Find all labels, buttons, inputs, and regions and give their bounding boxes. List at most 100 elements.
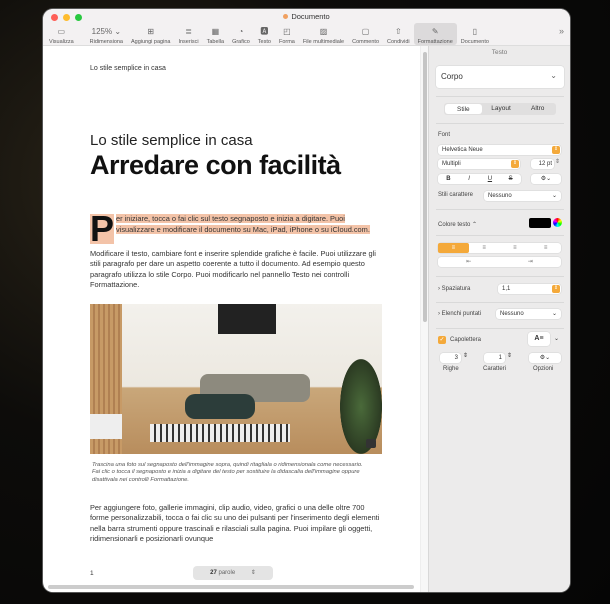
- toolbar-label: Commento: [352, 39, 380, 45]
- toolbar-label: Condividi: [387, 39, 410, 45]
- bullets-label[interactable]: › Elenchi puntati: [438, 311, 481, 317]
- toolbar-aggiungi-pagina-button[interactable]: ⊞ Aggiungi pagina: [127, 23, 174, 46]
- replace-image-icon[interactable]: [366, 439, 376, 448]
- strikethrough-button[interactable]: S: [500, 174, 521, 184]
- chevron-down-icon: ⌄: [551, 311, 557, 317]
- toolbar-label: Inserisci: [178, 39, 199, 45]
- document-canvas[interactable]: Lo stile semplice in casa Lo stile sempl…: [44, 46, 420, 592]
- toolbar-label: Aggiungi pagina: [131, 39, 171, 45]
- toolbar: Documento ▭ Visualizza 125% ⌄ Ridimensiona ⊞…: [43, 9, 570, 46]
- increase-indent-button[interactable]: ⇥: [500, 257, 562, 267]
- spacing-select[interactable]: 1,1 ⇕: [498, 284, 561, 294]
- lines-field[interactable]: 3: [440, 353, 461, 363]
- toolbar-tabella-button[interactable]: ▦ Tabella: [203, 23, 228, 46]
- align-right-button[interactable]: ≡: [500, 243, 531, 253]
- underline-button[interactable]: U: [480, 174, 501, 184]
- bullets-select[interactable]: Nessuno ⌄: [496, 309, 561, 319]
- sidebar-icon: ▭: [57, 27, 66, 36]
- toolbar-label: Documento: [460, 39, 489, 45]
- char-style-select[interactable]: Nessuno ⌄: [484, 191, 561, 201]
- alignment-buttons: ≡ ≡ ≡ ≡: [438, 243, 561, 253]
- format-sidebar: Testo Corpo ⌄ Stile Layout Altro Font He…: [428, 46, 570, 592]
- tab-altro[interactable]: Altro: [519, 103, 556, 115]
- intro-paragraph[interactable]: Per iniziare, tocca o fai clic sul testo…: [90, 211, 380, 247]
- toolbar-ridimensiona-button[interactable]: 125% ⌄ Ridimensiona: [86, 23, 127, 46]
- body-paragraph[interactable]: Per aggiungere foto, gallerie immagini, …: [90, 503, 382, 545]
- toolbar-inserisci-button[interactable]: ≣ Inserisci: [174, 23, 202, 46]
- toolbar-testo-button[interactable]: 🅰 Testo: [254, 23, 275, 46]
- paragraph-style-select[interactable]: Corpo ⌄: [436, 66, 564, 88]
- typeface-select[interactable]: Multipli ⇕: [438, 159, 520, 169]
- chars-field[interactable]: 1: [484, 353, 505, 363]
- chevron-down-icon: ⌄: [550, 71, 557, 80]
- stepper-icon: ⇕: [552, 285, 560, 293]
- char-styles-label: Stili carattere: [438, 192, 474, 198]
- chars-label: Caratteri: [483, 366, 507, 372]
- document-icon: ▯: [472, 27, 478, 36]
- lines-label: Righe: [443, 366, 459, 372]
- align-center-button[interactable]: ≡: [469, 243, 500, 253]
- toolbar-commento-button[interactable]: ▢ Commento: [348, 23, 383, 46]
- living-room-photo[interactable]: [90, 304, 382, 454]
- toolbar-visualizza-button[interactable]: ▭ Visualizza: [45, 23, 78, 46]
- text-color-swatch[interactable]: [529, 218, 551, 228]
- chevron-down-icon[interactable]: ⌄: [554, 335, 559, 342]
- spacing-label-text: Spaziatura: [441, 286, 471, 292]
- bold-button[interactable]: B: [438, 174, 459, 184]
- add-page-icon: ⊞: [147, 27, 155, 36]
- dropcap-label: Capolettera: [450, 337, 482, 343]
- align-left-button[interactable]: ≡: [438, 243, 469, 253]
- comment-icon: ▢: [361, 27, 370, 36]
- window-title: Documento: [43, 12, 570, 21]
- color-wheel-icon[interactable]: [553, 218, 562, 227]
- tab-stile[interactable]: Stile: [445, 104, 482, 114]
- dropcap-checkbox[interactable]: ✓: [438, 336, 446, 344]
- decrease-indent-button[interactable]: ⇤: [438, 257, 500, 267]
- font-size-field[interactable]: 12 pt: [531, 159, 554, 169]
- chevron-down-icon: ⌄: [551, 193, 557, 199]
- document-title[interactable]: Arredare con facilità: [90, 150, 341, 181]
- indent-buttons: ⇤ ⇥: [438, 257, 561, 267]
- toolbar-label: Testo: [257, 39, 271, 45]
- page-header[interactable]: Lo stile semplice in casa: [90, 65, 166, 72]
- toolbar-file-multimediale-button[interactable]: ▨ File multimediale: [299, 23, 348, 46]
- font-size-stepper[interactable]: ⇕: [555, 158, 560, 165]
- window-title-text: Documento: [291, 12, 330, 21]
- image-caption[interactable]: Trascina una foto sul segnaposto dell'im…: [92, 462, 382, 484]
- body-paragraph[interactable]: Modificare il testo, cambiare font e ins…: [90, 249, 382, 291]
- selected-text[interactable]: er iniziare, tocca o fai clic sul testo …: [116, 214, 370, 234]
- page-number: 1: [90, 570, 94, 577]
- subtitle[interactable]: Lo stile semplice in casa: [90, 132, 253, 149]
- stepper-icon: ⇕: [250, 570, 256, 576]
- advanced-options-button[interactable]: ⚙⌄: [531, 174, 561, 184]
- options-label: Opzioni: [533, 366, 554, 372]
- font-family-select[interactable]: Helvetica Neue ⇕: [438, 145, 561, 155]
- toolbar-condividi-button[interactable]: ⇧ Condividi: [383, 23, 414, 46]
- spacing-label[interactable]: › Spaziatura: [438, 286, 470, 292]
- caption-line: Trascina una foto sul segnaposto dell'im…: [92, 462, 363, 468]
- typeface-value: Multipli: [442, 161, 461, 167]
- toolbar-documento-button[interactable]: ▯ Documento: [457, 23, 493, 46]
- share-icon: ⇧: [394, 27, 402, 36]
- toolbar-forma-button[interactable]: ◰ Forma: [275, 23, 299, 46]
- vertical-scrollbar[interactable]: [420, 46, 428, 592]
- justify-button[interactable]: ≡: [530, 243, 561, 253]
- pages-window: Documento ▭ Visualizza 125% ⌄ Ridimensiona ⊞…: [43, 9, 570, 592]
- word-count-button[interactable]: 27 parole ⇕: [193, 566, 273, 580]
- toolbar-formattazione-button[interactable]: ✎ Formattazione: [413, 23, 457, 45]
- lines-stepper[interactable]: ⇕: [463, 352, 468, 359]
- toolbar-label: Ridimensiona: [89, 39, 123, 45]
- tab-layout[interactable]: Layout: [483, 103, 520, 115]
- chars-stepper[interactable]: ⇕: [507, 352, 512, 359]
- dropcap-options-button[interactable]: ⚙⌄: [529, 353, 561, 363]
- chart-icon: ◔: [238, 27, 244, 36]
- horizontal-scrollbar[interactable]: [48, 585, 414, 589]
- toolbar-grafico-button[interactable]: ◔ Grafico: [228, 23, 254, 46]
- spacing-value: 1,1: [502, 286, 511, 292]
- more-tools-icon[interactable]: »: [559, 26, 564, 36]
- dropcap-style-preview[interactable]: A≡: [528, 332, 550, 346]
- zoom-icon: 125% ⌄: [91, 27, 122, 36]
- document-status-icon: [283, 14, 289, 19]
- italic-button[interactable]: I: [459, 174, 480, 184]
- sidebar-title: Testo: [491, 49, 508, 56]
